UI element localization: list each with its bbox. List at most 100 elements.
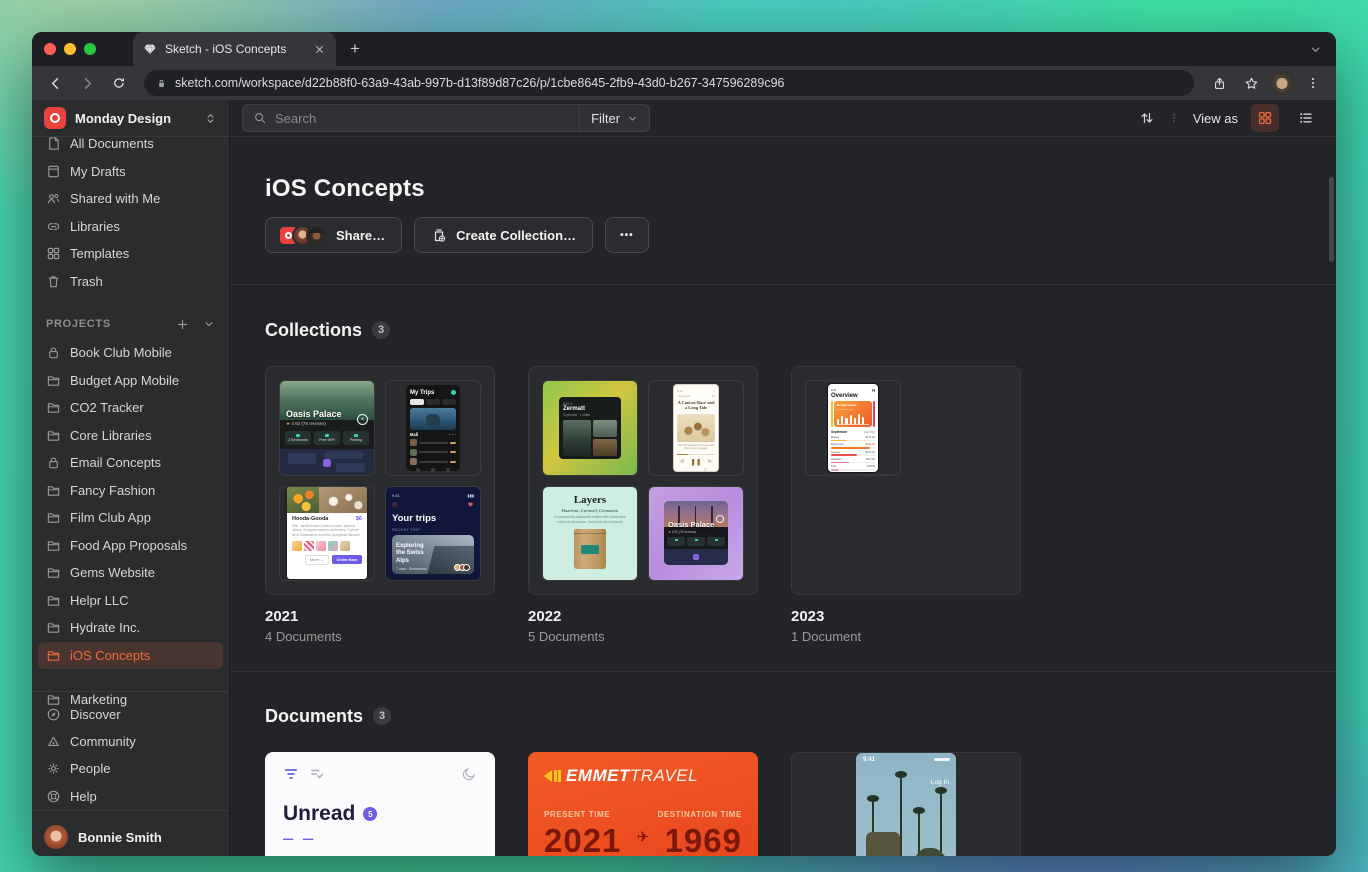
bookmark-star-button[interactable] (1238, 70, 1264, 96)
documents-count-badge: 3 (373, 707, 391, 725)
collections-heading: Collections (265, 320, 362, 341)
doc-thumb-hooda-gooda: Hooda-Gooda$6 Milk, vanilla extract, hea… (279, 486, 375, 582)
browser-tab[interactable]: Sketch - iOS Concepts (133, 32, 336, 66)
project-film-club-app[interactable]: Film Club App (32, 504, 229, 532)
coffee-bag (574, 529, 606, 569)
list-view-button[interactable] (1292, 104, 1320, 132)
browser-menu-button[interactable] (1300, 70, 1326, 96)
collection-doc-count: 1 Document (791, 629, 1021, 644)
project-marketing[interactable]: Marketing (32, 692, 229, 707)
page-title: iOS Concepts (265, 175, 1336, 203)
forward-button[interactable] (74, 70, 100, 96)
share-page-button[interactable] (1206, 70, 1232, 96)
project-core-libraries[interactable]: Core Libraries (32, 422, 229, 450)
funnel-filter-icon (283, 766, 299, 782)
main-topbar: Filter View as (230, 100, 1336, 137)
close-window-button[interactable] (44, 43, 56, 55)
collection-thumbnails: DAY 3 Zermatt 10 photos · 1 video 9:41 (528, 366, 758, 595)
projects-header: PROJECTS (32, 315, 229, 333)
reload-button[interactable] (106, 70, 132, 96)
back-button[interactable] (42, 70, 68, 96)
create-collection-icon (431, 227, 447, 243)
project-gems-website[interactable]: Gems Website (32, 559, 229, 587)
sidebar-item-community[interactable]: Community (32, 728, 229, 756)
sidebar-item-people[interactable]: People (32, 755, 229, 783)
sort-button[interactable] (1139, 110, 1155, 126)
collection-card-2023[interactable]: 9:41▮▮ Overview Budget Spent $2,004 of $… (791, 366, 1021, 644)
collection-card-2022[interactable]: DAY 3 Zermatt 10 photos · 1 video 9:41 (528, 366, 758, 644)
view-as-label: View as (1193, 111, 1238, 126)
sidebar-scroll-area: All Documents My Drafts Shared with Me L… (32, 137, 229, 691)
collection-title: 2022 (528, 608, 758, 625)
collaborator-avatar (306, 225, 327, 246)
browser-toolbar: sketch.com/workspace/d22b88f0-63a9-43ab-… (32, 66, 1336, 100)
project-co2-tracker[interactable]: CO2 Tracker (32, 394, 229, 422)
collection-thumbnails: 9:41▮▮ Overview Budget Spent $2,004 of $… (791, 366, 1021, 595)
project-more-button[interactable]: ••• (605, 217, 649, 253)
project-book-club-mobile[interactable]: Book Club Mobile (32, 339, 229, 367)
project-ios-concepts-selected[interactable]: iOS Concepts (38, 642, 223, 670)
add-project-icon[interactable] (176, 318, 189, 331)
illustration (677, 414, 715, 442)
sidebar-item-trash[interactable]: Trash (32, 268, 229, 296)
doc-thumb-budget-overview: 9:41▮▮ Overview Budget Spent $2,004 of $… (805, 380, 901, 476)
section-divider (230, 284, 1336, 285)
collection-thumbnails: × Oasis Palace ★ 4.92 (78 reviews) 2 Bed… (265, 366, 495, 595)
section-divider (230, 671, 1336, 672)
grid-view-button[interactable] (1251, 104, 1279, 132)
list-check-icon (309, 766, 325, 782)
sidebar-item-templates[interactable]: Templates (32, 240, 229, 268)
url-text: sketch.com/workspace/d22b88f0-63a9-43ab-… (175, 76, 785, 90)
project-helpr-llc[interactable]: Helpr LLC (32, 587, 229, 615)
document-card-emmet-travel[interactable]: EMMETTRAVEL PRESENT TIME DESTINATION TIM… (528, 752, 758, 856)
create-collection-button[interactable]: Create Collection… (414, 217, 593, 253)
search-input[interactable] (275, 111, 579, 126)
new-tab-button[interactable]: + (350, 39, 360, 59)
project-fancy-fashion[interactable]: Fancy Fashion (32, 477, 229, 505)
collection-doc-count: 5 Documents (528, 629, 758, 644)
sidebar-item-shared-with-me[interactable]: Shared with Me (32, 185, 229, 213)
sidebar-item-discover[interactable]: Discover (32, 707, 229, 722)
sidebar: Monday Design All Documents My Drafts Sh… (32, 100, 230, 856)
tab-close-icon[interactable] (313, 43, 326, 56)
project-food-app-proposals[interactable]: Food App Proposals (32, 532, 229, 560)
doc-thumb-audiobook: 9:41⌁ ‹ ContentsAa A Caucus-Race and a L… (648, 380, 744, 476)
collection-card-2021[interactable]: × Oasis Palace ★ 4.92 (78 reviews) 2 Bed… (265, 366, 495, 644)
share-button[interactable]: Share… (265, 217, 402, 253)
project-budget-app-mobile[interactable]: Budget App Mobile (32, 367, 229, 395)
workspace-name: Monday Design (75, 111, 195, 126)
tab-search-chevron-icon[interactable] (1309, 43, 1322, 56)
sidebar-item-libraries[interactable]: Libraries (32, 213, 229, 241)
collection-title: 2021 (265, 608, 495, 625)
food-photos (287, 487, 367, 513)
user-menu[interactable]: Bonnie Smith (32, 812, 229, 856)
sidebar-item-help[interactable]: Help (32, 783, 229, 811)
sidebar-item-all-documents[interactable]: All Documents (32, 137, 229, 158)
document-card-login-photo[interactable]: 9:41 Log In (791, 752, 1021, 856)
main-content: iOS Concepts Share… Create Collection… (230, 137, 1336, 856)
documents-heading: Documents (265, 706, 363, 727)
workspace-switcher[interactable]: Monday Design (32, 100, 229, 137)
browser-profile-avatar[interactable] (1270, 71, 1294, 95)
more-options-icon[interactable] (1168, 112, 1180, 124)
filter-button[interactable]: Filter (579, 105, 649, 131)
doc-thumb-my-trips: My Trips Bali• • • (385, 380, 481, 476)
zoom-window-button[interactable] (84, 43, 96, 55)
address-bar[interactable]: sketch.com/workspace/d22b88f0-63a9-43ab-… (144, 70, 1194, 96)
minimize-window-button[interactable] (64, 43, 76, 55)
filter-chevron-icon (627, 113, 638, 124)
user-avatar (44, 825, 68, 849)
collapse-projects-icon[interactable] (203, 318, 215, 330)
arrow-logo-icon (544, 770, 561, 782)
clipped-text: ▆▂▆▄ (283, 835, 477, 840)
project-email-concepts[interactable]: Email Concepts (32, 449, 229, 477)
map-preview (280, 449, 374, 474)
moon-icon (461, 766, 477, 782)
sidebar-item-my-drafts[interactable]: My Drafts (32, 158, 229, 186)
doc-thumb-layers-coffee: Layers Hazelnut, Caramel, Cinnamon Excep… (542, 486, 638, 582)
scrollbar[interactable] (1329, 177, 1334, 262)
document-card-unread[interactable]: Unread 5 ▆▂▆▄ (265, 752, 495, 856)
sidebar-divider (32, 810, 229, 811)
project-hydrate-inc[interactable]: Hydrate Inc. (32, 614, 229, 642)
doc-thumb-zermatt: DAY 3 Zermatt 10 photos · 1 video (542, 380, 638, 476)
